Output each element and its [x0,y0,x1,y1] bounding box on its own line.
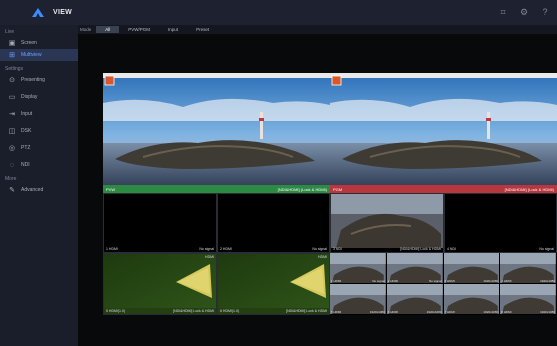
grid-icon[interactable]: ⌗ [497,6,509,18]
tab-input[interactable]: Input [159,26,187,33]
input-3-image [331,194,443,248]
mini-thumbnail[interactable]: 5 HDMI 1920x1080 [330,284,386,314]
cell-footer: 2 HDMI No signal [220,247,327,251]
mini-thumbnail[interactable]: 4 HDMI 1920x1080 [500,253,556,283]
cell-footer: 5 HDMI(1.0) [NDI&HDMI] Lock & HDMI [106,309,214,313]
preview-image [103,73,330,185]
ndi-icon: ◌ [9,161,15,169]
advanced-icon: ✎ [9,187,15,194]
app-logo-icon [32,8,44,17]
sidebar-item-label: PTZ [21,145,31,151]
mini-thumbnail[interactable]: 6 HDMI 1920x1080 [386,284,443,314]
mini-footer: 4 HDMI 1920x1080 [501,279,555,283]
input-cell-3[interactable]: 3 NDI [NDI&HDMI] Lock & HDMI [330,193,444,253]
mini-footer: 1 HDMI No signal [331,279,385,283]
sidebar-item-display[interactable]: ▭ Display [0,91,78,103]
mini-footer: 6 HDMI 1920x1080 [387,310,442,314]
sidebar-item-advanced[interactable]: ✎ Advanced [0,184,78,196]
dsk-icon: ◫ [8,128,16,135]
mini-thumbnail[interactable]: 8 HDMI 1920x1080 [500,284,556,314]
mini-thumbnail[interactable]: 2 HDMI No signal [386,253,443,283]
window-controls: ⌗ ⚙ ? [497,6,551,18]
sidebar-item-screen[interactable]: ▣ Screen [0,37,78,49]
preview-label: PVW [106,186,116,192]
sidebar-item-label: Display [21,94,38,100]
preview-tally-bar: PVW [NDI&HDMI] (Lock & HDMI) [103,185,330,193]
sidebar-section-live: Live [5,29,15,35]
multiview-icon: ⊞ [9,52,15,59]
mode-bar: Mode All PVW/PGM Input Preset [78,25,557,34]
screen-icon: ▣ [8,40,16,47]
sidebar-item-label: Advanced [21,187,44,193]
sidebar-item-multiview[interactable]: ⊞ Multiview [0,49,78,61]
sidebar-item-input[interactable]: ⇥ Input [0,108,78,120]
input-cell-5[interactable]: HDMI 5 HDMI(1.0) [NDI&HDMI] Lock & HDMI [103,253,217,315]
help-icon[interactable]: ? [539,6,551,18]
sidebar-item-ndi[interactable]: ◌ NDI [0,159,78,171]
tab-preset[interactable]: Preset [187,26,218,33]
preview-source: [NDI&HDMI] (Lock & HDMI) [277,186,327,192]
preview-monitor[interactable]: PVW [NDI&HDMI] (Lock & HDMI) [103,73,330,193]
mini-grid: 1 HDMI No signal 2 HDMI No signal 3 HDMI 1920… [330,253,557,315]
tab-pvw-pgm[interactable]: PVW/PGM [119,26,159,33]
program-label: PGM [333,186,343,192]
input-cell-6[interactable]: HDMI 6 HDMI(1.0) [NDI&HDMI] Lock & HDMI [217,253,330,315]
ptz-icon: ◎ [8,145,16,152]
mini-footer: 2 HDMI No signal [387,279,442,283]
program-image [330,73,557,185]
mini-footer: 5 HDMI 1920x1080 [331,310,385,314]
program-monitor[interactable]: PGM [NDI&HDMI] (Lock & HDMI) [330,73,557,193]
display-icon: ▭ [8,94,16,101]
input-cell-4[interactable]: 4 NDI No signal [444,193,557,253]
cell-footer: 6 HDMI(1.0) [NDI&HDMI] Lock & HDMI [220,309,327,313]
cell-footer: 3 NDI [NDI&HDMI] Lock & HDMI [333,247,441,251]
mini-footer: 3 HDMI 1920x1080 [444,279,499,283]
mode-label: Mode [80,27,92,32]
cell-footer: 4 NDI No signal [447,247,554,251]
app-window: VIEW ⌗ ⚙ ? Live ▣ Screen ⊞ Multiview Set… [0,0,557,346]
sidebar-item-presenting[interactable]: ⊙ Presenting [0,74,78,86]
presenting-icon: ⊙ [9,77,15,84]
sidebar-item-dsk[interactable]: ◫ DSK [0,125,78,137]
tab-all[interactable]: All [96,26,120,33]
sidebar-section-settings: Settings [5,66,24,72]
input-cell-2[interactable]: 2 HDMI No signal [217,193,330,253]
input-cell-1[interactable]: 1 HDMI No signal [103,193,217,253]
title-bar: VIEW ⌗ ⚙ ? [0,0,557,25]
input-5-image [104,254,216,308]
input-icon: ⇥ [9,111,15,118]
sidebar-item-label: Multiview [21,52,42,58]
sidebar-item-label: Input [21,111,33,117]
sidebar: Live ▣ Screen ⊞ Multiview Settings ⊙ Pre… [0,25,78,346]
mini-thumbnail[interactable]: 1 HDMI No signal [330,253,386,283]
mini-thumbnail[interactable]: 7 HDMI 1920x1080 [443,284,500,314]
cell-footer: 1 HDMI No signal [106,247,214,251]
gear-icon[interactable]: ⚙ [518,6,530,18]
mini-footer: 8 HDMI 1920x1080 [501,310,555,314]
input-6-image [218,254,329,308]
sidebar-item-label: Presenting [21,77,45,83]
sidebar-item-label: NDI [21,162,30,168]
sidebar-item-label: Screen [21,40,37,46]
sidebar-item-label: DSK [21,128,32,134]
program-tally-bar: PGM [NDI&HDMI] (Lock & HDMI) [330,185,557,193]
program-source: [NDI&HDMI] (Lock & HDMI) [504,186,554,192]
app-title: VIEW [53,9,73,16]
sidebar-section-more: More [5,176,17,182]
mini-thumbnail[interactable]: 3 HDMI 1920x1080 [443,253,500,283]
mini-footer: 7 HDMI 1920x1080 [444,310,499,314]
sidebar-item-ptz[interactable]: ◎ PTZ [0,142,78,154]
